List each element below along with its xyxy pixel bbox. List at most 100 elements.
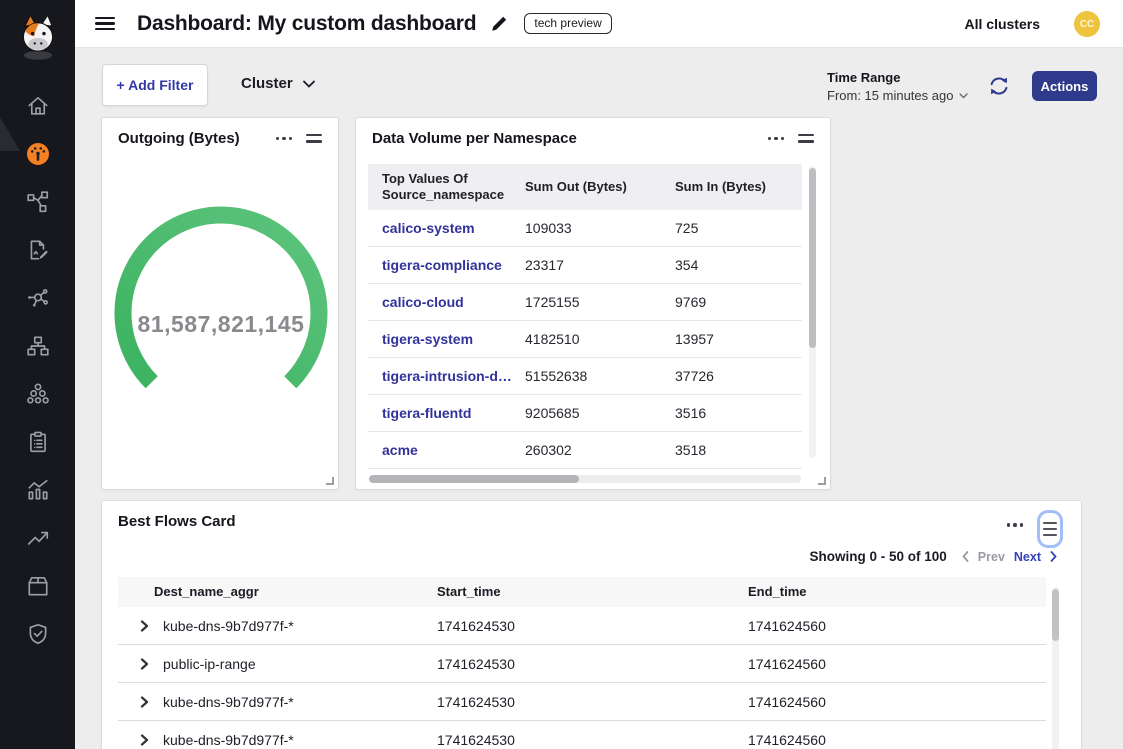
column-header: Sum Out (Bytes) [525,179,627,194]
column-header: End_time [748,584,807,599]
cluster-selector[interactable]: All clusters [965,16,1040,32]
expand-row-icon[interactable] [140,658,149,670]
topology-icon [26,190,50,214]
sidebar-item-sitemap[interactable] [0,326,75,366]
namespace-table: calico-system 109033 725 tigera-complian… [368,210,802,469]
gauge-value: 81,587,821,145 [102,311,340,338]
sum-in-value: 725 [675,220,698,236]
sum-in-value: 3518 [675,442,706,458]
home-icon [26,94,50,118]
sidebar-item-compliance[interactable] [0,422,75,462]
table-row: kube-dns-9b7d977f-* 1741624530 174162456… [118,721,1046,749]
table-row: public-ip-range 1741624530 1741624560 [118,645,1046,683]
namespace-link[interactable]: tigera-system [382,331,473,347]
table-row: tigera-system 4182510 13957 [368,321,802,358]
expand-row-icon[interactable] [140,620,149,632]
horizontal-scrollbar[interactable] [369,475,801,483]
prev-page-button[interactable]: Prev [978,550,1005,564]
sum-out-value: 109033 [525,220,572,236]
sum-in-value: 354 [675,257,698,273]
column-header: Start_time [437,584,501,599]
calico-cat-logo[interactable] [16,12,60,64]
table-row: tigera-fluentd 9205685 3516 [368,395,802,432]
gauge-arc [102,118,340,418]
vertical-scrollbar[interactable] [809,166,816,458]
sidebar [0,0,75,749]
menu-toggle-icon[interactable] [95,17,115,31]
dest-name: kube-dns-9b7d977f-* [163,618,294,634]
column-header: Sum In (Bytes) [675,179,766,194]
sum-out-value: 51552638 [525,368,587,384]
analytics-icon [26,478,50,502]
outgoing-bytes-card: Outgoing (Bytes) 81,587,821,145 [101,117,339,490]
namespace-link[interactable]: tigera-fluentd [382,405,471,421]
sidebar-item-service-graph[interactable] [0,278,75,318]
dest-name: public-ip-range [163,656,256,672]
sidebar-item-security[interactable] [0,614,75,654]
best-flows-card: Best Flows Card Showing 0 - 50 of 100 Pr… [101,500,1082,749]
chevron-down-icon [959,93,968,99]
namespace-link[interactable]: acme [382,442,418,458]
service-graph-icon [26,286,50,310]
sidebar-item-dashboards[interactable] [0,134,75,174]
next-page-button[interactable]: Next [1014,550,1041,564]
namespace-link[interactable]: tigera-intrusion-d… [382,368,512,384]
tech-preview-badge: tech preview [524,13,611,34]
vertical-scrollbar[interactable] [1052,587,1059,749]
cluster-icon [26,382,50,406]
table-row: tigera-compliance 23317 354 [368,247,802,284]
card-drag-handle-icon[interactable] [1037,510,1063,548]
edit-dashboard-icon[interactable] [490,15,508,33]
trend-icon [26,526,50,550]
card-resize-handle[interactable] [818,477,826,485]
namespace-link[interactable]: calico-cloud [382,294,464,310]
start-time: 1741624530 [437,618,515,634]
sum-in-value: 37726 [675,368,714,384]
table-row: kube-dns-9b7d977f-* 1741624530 174162456… [118,683,1046,721]
card-title: Best Flows Card [118,513,236,530]
flows-table: kube-dns-9b7d977f-* 1741624530 174162456… [118,607,1046,749]
card-resize-handle[interactable] [326,477,334,485]
chevron-right-icon[interactable] [1050,551,1057,562]
card-menu-icon[interactable] [1007,523,1024,527]
sidebar-item-cluster[interactable] [0,374,75,414]
table-header-row: Dest_name_aggr Start_time End_time [118,577,1046,607]
sum-out-value: 9205685 [525,405,580,421]
refresh-icon[interactable] [988,75,1010,97]
chevron-left-icon[interactable] [962,551,969,562]
sum-out-value: 23317 [525,257,564,273]
cluster-filter-label: Cluster [241,75,293,92]
clipboard-icon [26,430,50,454]
sum-out-value: 260302 [525,442,572,458]
table-row: calico-cloud 1725155 9769 [368,284,802,321]
sidebar-item-packages[interactable] [0,566,75,606]
card-drag-handle-icon[interactable] [798,134,814,143]
sum-out-value: 1725155 [525,294,580,310]
namespace-link[interactable]: tigera-compliance [382,257,502,273]
cluster-filter-dropdown[interactable]: Cluster [241,75,315,92]
dest-name: kube-dns-9b7d977f-* [163,732,294,748]
actions-button[interactable]: Actions [1032,71,1097,101]
user-avatar[interactable]: CC [1074,11,1100,37]
namespace-link[interactable]: calico-system [382,220,475,236]
dashboard-canvas: + Add Filter Cluster Time Range From: 15… [75,48,1123,749]
sidebar-item-home[interactable] [0,86,75,126]
card-menu-icon[interactable] [768,137,785,141]
add-filter-button[interactable]: + Add Filter [102,64,208,106]
end-time: 1741624560 [748,656,826,672]
data-volume-card: Data Volume per Namespace Top Values Of … [355,117,831,490]
table-row: tigera-intrusion-d… 51552638 37726 [368,358,802,395]
logs-icon [26,238,50,262]
time-range-label: Time Range [827,70,968,85]
sidebar-item-topology[interactable] [0,182,75,222]
sidebar-item-trends[interactable] [0,518,75,558]
sum-in-value: 3516 [675,405,706,421]
table-row: acme 260302 3518 [368,432,802,469]
sidebar-item-analytics[interactable] [0,470,75,510]
time-range-value[interactable]: From: 15 minutes ago [827,88,968,103]
start-time: 1741624530 [437,694,515,710]
expand-row-icon[interactable] [140,696,149,708]
sidebar-item-logs[interactable] [0,230,75,270]
page-title: Dashboard: My custom dashboard [137,12,476,36]
expand-row-icon[interactable] [140,734,149,746]
